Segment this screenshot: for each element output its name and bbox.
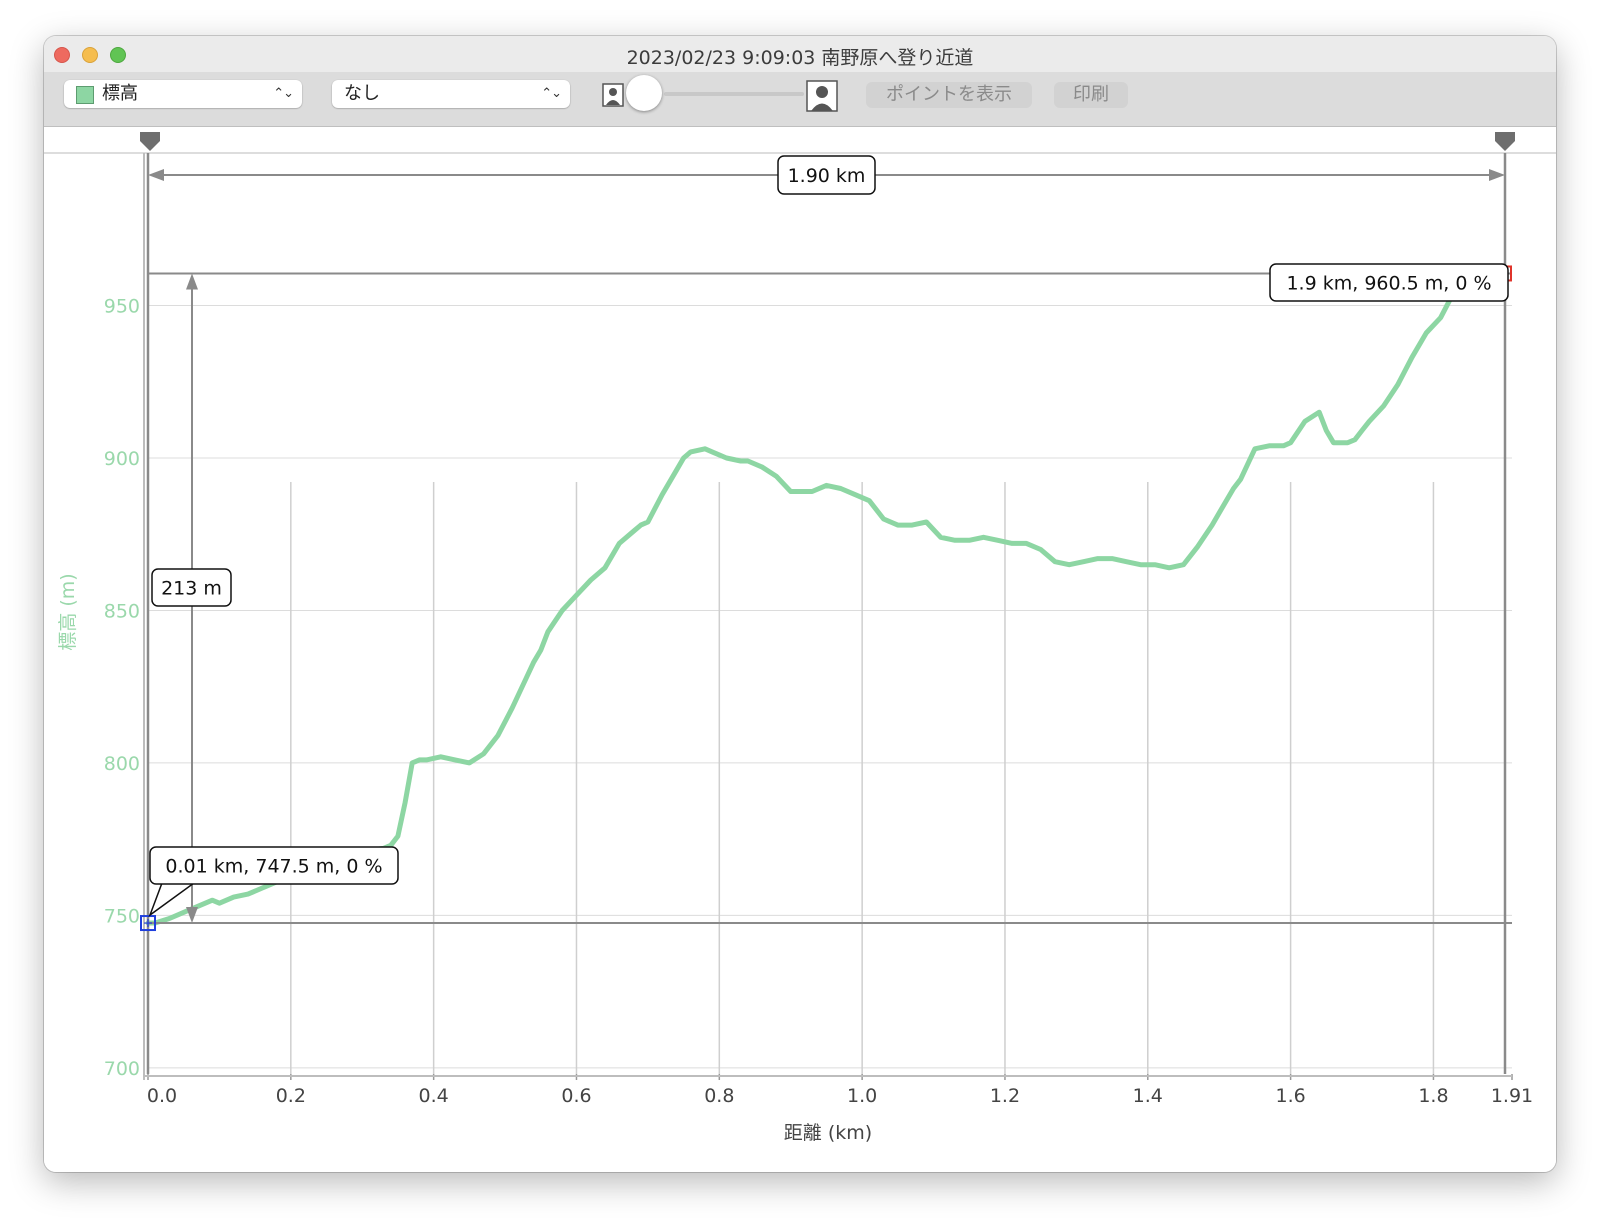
- x-tick-label: 0.0: [147, 1085, 177, 1107]
- y-tick-label: 700: [104, 1058, 140, 1080]
- x-tick-label: 0.2: [276, 1085, 306, 1107]
- x-tick-label: 0.8: [704, 1085, 734, 1107]
- range-ruler: [44, 127, 1556, 153]
- series-select-value: 標高: [102, 83, 138, 104]
- arrow-right-icon: [1489, 169, 1505, 181]
- elevation-series: [145, 271, 1508, 926]
- series-select[interactable]: 標高 ⌃⌄: [64, 80, 302, 108]
- distance-label-text: 1.90 km: [788, 165, 866, 187]
- person-large-icon: [806, 80, 838, 112]
- app-window: 2023/02/23 9:09:03 南野原へ登り近道 標高 ⌃⌄ なし ⌃⌄ …: [44, 36, 1556, 1172]
- y-axis-label: 標高 (m): [57, 573, 79, 650]
- y-tick-label: 900: [104, 448, 140, 470]
- y-tick-label: 950: [104, 295, 140, 317]
- elevation-line: [145, 271, 1508, 926]
- height-label-text: 213 m: [161, 578, 222, 600]
- y-tick-label: 850: [104, 600, 140, 622]
- show-points-button[interactable]: ポイントを表示: [866, 82, 1032, 108]
- x-tick-label: 1.8: [1418, 1085, 1448, 1107]
- zoom-slider-track[interactable]: [664, 92, 804, 96]
- person-small-icon: [602, 83, 624, 107]
- start-point-crosshair: [144, 919, 152, 928]
- x-tick-label: 1.0: [847, 1085, 877, 1107]
- y-tick-label: 750: [104, 905, 140, 927]
- secondary-select-value: なし: [344, 83, 380, 104]
- x-tick-label: 1.91: [1491, 1085, 1533, 1107]
- start-point-label-text: 0.01 km, 747.5 m, 0 %: [165, 856, 382, 878]
- arrow-left-icon: [148, 169, 164, 181]
- y-axis: 700 750 800 850 900 950: [104, 295, 140, 1079]
- chart-area: 700 750 800 850 900 950 0.0 0.2 0.4 0.6 0.8 1.0 1.2…: [44, 127, 1556, 1172]
- arrow-up-icon: [186, 273, 198, 290]
- measurement-overlay: 1.90 km 213 m 0.01 km, 747.5 m, 0 % 1.9 km,…: [140, 153, 1512, 1074]
- x-axis: 0.0 0.2 0.4 0.6 0.8 1.0 1.2 1.4 1.6 1.8 1.91: [147, 1085, 1533, 1107]
- toolbar: 標高 ⌃⌄ なし ⌃⌄: [44, 72, 1556, 127]
- series-color-swatch: [76, 86, 94, 104]
- x-tick-label: 0.6: [561, 1085, 591, 1107]
- x-tick-label: 1.4: [1133, 1085, 1163, 1107]
- x-tick-label: 0.4: [419, 1085, 449, 1107]
- chevron-updown-icon: ⌃⌄: [541, 86, 562, 101]
- x-tick-label: 1.2: [990, 1085, 1020, 1107]
- title-bar: 2023/02/23 9:09:03 南野原へ登り近道: [44, 36, 1556, 72]
- print-button[interactable]: 印刷: [1054, 82, 1128, 108]
- window-title: 2023/02/23 9:09:03 南野原へ登り近道: [626, 47, 974, 69]
- zoom-slider-knob[interactable]: [626, 75, 662, 111]
- secondary-series-select[interactable]: なし ⌃⌄: [332, 80, 570, 108]
- chevron-updown-icon: ⌃⌄: [273, 86, 294, 101]
- x-axis-label: 距離 (km): [784, 1122, 872, 1144]
- y-tick-label: 800: [104, 753, 140, 775]
- x-tick-label: 1.6: [1276, 1085, 1306, 1107]
- end-point-label-text: 1.9 km, 960.5 m, 0 %: [1286, 273, 1491, 295]
- elevation-chart: 700 750 800 850 900 950 0.0 0.2 0.4 0.6 0.8 1.0 1.2…: [44, 127, 1556, 1144]
